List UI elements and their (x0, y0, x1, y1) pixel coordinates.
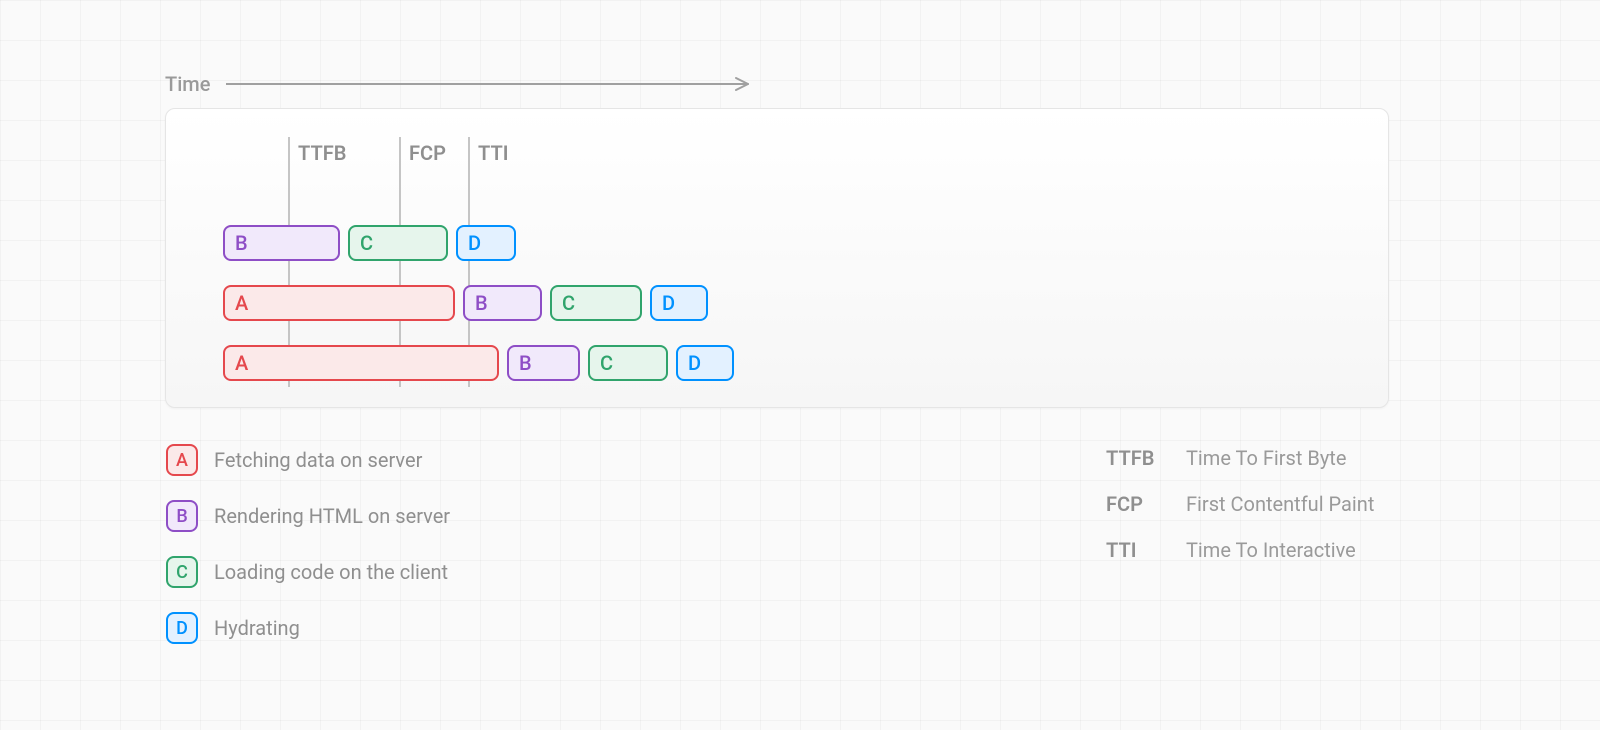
timeline-segment-b: B (463, 285, 542, 321)
timeline-panel: TTFBFCPTTI BCDABCDABCD (165, 108, 1389, 408)
legend-badge-b: B (166, 500, 198, 532)
timeline-segment-b: B (507, 345, 580, 381)
legend-item: C Loading code on the client (166, 556, 450, 588)
legend-badge-d: D (166, 612, 198, 644)
metrics-legend-desc: Time To First Byte (1186, 446, 1346, 470)
legend-text: Hydrating (214, 616, 300, 640)
time-axis-label: Time (165, 72, 210, 96)
legend-badge-c: C (166, 556, 198, 588)
metrics-legend-item: FCPFirst Contentful Paint (1106, 492, 1374, 516)
metrics-legend-desc: First Contentful Paint (1186, 492, 1374, 516)
metrics-legend-item: TTITime To Interactive (1106, 538, 1374, 562)
metrics-legend-item: TTFBTime To First Byte (1106, 446, 1374, 470)
timeline-segment-a: A (223, 345, 499, 381)
timeline-segment-c: C (550, 285, 642, 321)
timeline-segment-a: A (223, 285, 455, 321)
legend-text: Rendering HTML on server (214, 504, 450, 528)
legend-item: A Fetching data on server (166, 444, 450, 476)
timeline-segment-c: C (348, 225, 448, 261)
legend-item: D Hydrating (166, 612, 450, 644)
legend-text: Fetching data on server (214, 448, 422, 472)
stage-legend: A Fetching data on server B Rendering HTML … (166, 444, 450, 644)
timeline-segment-b: B (223, 225, 340, 261)
timeline-rows: BCDABCDABCD (166, 225, 1388, 381)
metrics-legend-key: TTI (1106, 538, 1186, 562)
timeline-marker-label: FCP (409, 141, 446, 165)
legend-item: B Rendering HTML on server (166, 500, 450, 532)
timeline-marker-label: TTI (478, 141, 509, 165)
metrics-legend: TTFBTime To First ByteFCPFirst Contentfu… (1106, 446, 1374, 562)
timeline-segment-d: D (650, 285, 708, 321)
timeline-segment-d: D (676, 345, 734, 381)
time-axis: Time (165, 72, 761, 96)
metrics-legend-key: TTFB (1106, 446, 1186, 470)
timeline-segment-d: D (456, 225, 516, 261)
timeline-marker-label: TTFB (298, 141, 346, 165)
timeline-row: ABCD (223, 345, 1388, 381)
timeline-row: ABCD (223, 285, 1388, 321)
legend-badge-a: A (166, 444, 198, 476)
timeline-row: BCD (223, 225, 1388, 261)
metrics-legend-desc: Time To Interactive (1186, 538, 1356, 562)
arrow-right-icon (226, 76, 761, 92)
legend-text: Loading code on the client (214, 560, 448, 584)
timeline-segment-c: C (588, 345, 668, 381)
metrics-legend-key: FCP (1106, 492, 1186, 516)
